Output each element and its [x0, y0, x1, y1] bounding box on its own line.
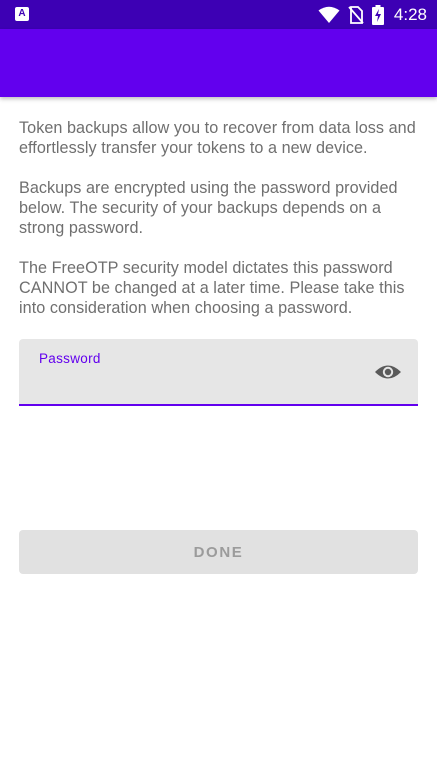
eye-icon[interactable]: [374, 360, 402, 384]
wifi-icon: [318, 6, 340, 23]
battery-charging-icon: [371, 4, 384, 25]
status-icons: 4:28: [318, 0, 427, 29]
info-paragraph-2: Backups are encrypted using the password…: [19, 179, 398, 237]
password-label: Password: [39, 351, 101, 366]
accessibility-a-icon: A: [15, 7, 29, 21]
done-button[interactable]: DONE: [19, 530, 418, 574]
password-input[interactable]: [39, 371, 359, 397]
status-bar: A 4:28: [0, 0, 437, 29]
app-bar: [0, 29, 437, 97]
info-paragraph-1: Token backups allow you to recover from …: [19, 119, 416, 157]
status-time: 4:28: [393, 4, 427, 24]
info-paragraph-3: The FreeOTP security model dictates this…: [19, 259, 405, 317]
no-sim-icon: [348, 5, 364, 24]
password-field[interactable]: Password: [19, 339, 418, 406]
info-text: Token backups allow you to recover from …: [19, 118, 419, 338]
